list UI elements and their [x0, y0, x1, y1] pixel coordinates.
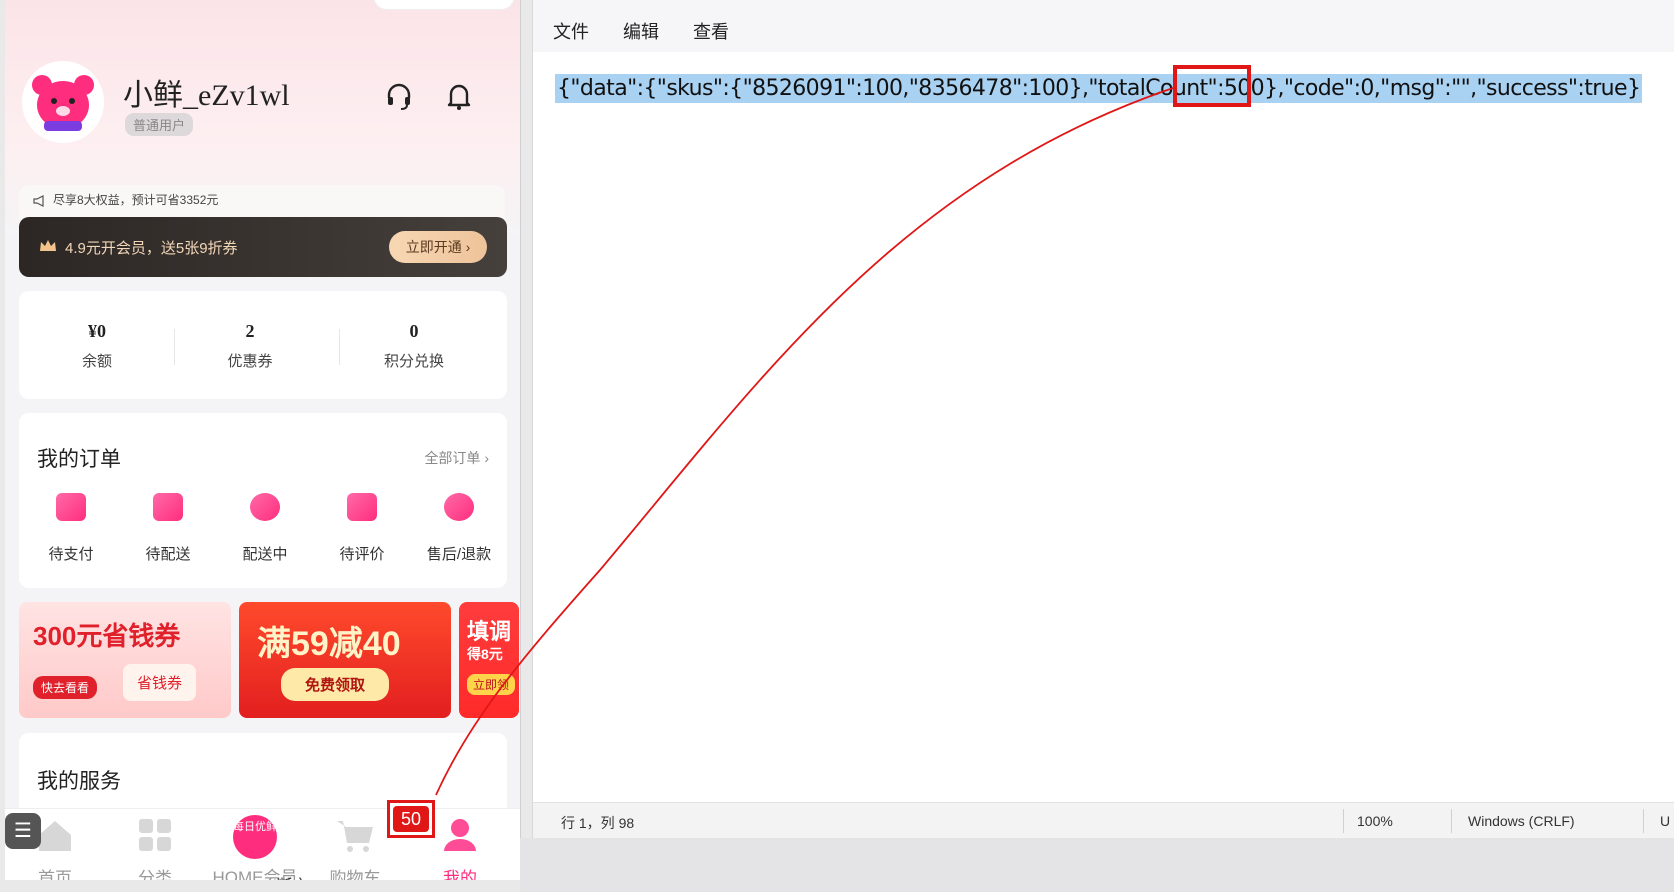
list-menu-icon[interactable]: ☰	[5, 813, 41, 849]
banner-button: 快去看看	[33, 676, 98, 699]
cart-count: 50	[393, 806, 429, 832]
vip-note-text: 尽享8大权益，预计可省3352元	[53, 193, 219, 207]
text-editor[interactable]: {"data":{"skus":{"8526091":100,"8356478"…	[533, 52, 1674, 802]
promo-banner-savings[interactable]: 300元省钱券 快去看看 省钱券	[19, 602, 231, 718]
asset-coupons[interactable]: 2 优惠券	[175, 321, 325, 371]
all-orders-label: 全部订单	[424, 450, 481, 466]
tab-label: 分类	[138, 869, 172, 880]
banner-sub: 得8元	[467, 646, 503, 662]
cursor-position: 行 1，列 98	[561, 815, 635, 831]
vip-card: 尽享8大权益，预计可省3352元 4.9元开会员，送5张9折券 立即开通 ›	[19, 185, 509, 277]
highlight-total-count	[1173, 65, 1251, 107]
open-vip-label: 立即开通	[405, 239, 462, 255]
status-bar: 行 1，列 98 100% Windows (CRLF) U	[533, 802, 1674, 839]
zoom-level: 100%	[1357, 813, 1393, 829]
order-label: 配送中	[242, 546, 288, 563]
order-label: 待配送	[145, 546, 191, 563]
order-pending-review[interactable]: 待评价	[317, 493, 407, 564]
menu-bar: 文件 编辑 查看	[533, 0, 1674, 52]
promo-banner-discount[interactable]: 满59减40 免费领取	[239, 602, 451, 718]
open-vip-button[interactable]: 立即开通 ›	[389, 231, 487, 263]
vip-offer-text: 4.9元开会员，送5张9折券	[65, 240, 238, 257]
vip-benefit-note: 尽享8大权益，预计可省3352元	[19, 185, 505, 219]
menu-file[interactable]: 文件	[553, 18, 589, 44]
asset-label: 余额	[81, 353, 112, 370]
search-bar[interactable]	[373, 0, 515, 10]
bear-avatar-icon	[24, 63, 102, 141]
vip-offer-bar[interactable]: 4.9元开会员，送5张9折券 立即开通 ›	[19, 217, 507, 277]
line-ending: Windows (CRLF)	[1468, 813, 1575, 829]
bottom-tab-bar: 首页 分类 每日优鲜 HOME会员 购物车 我的	[5, 808, 520, 880]
assets-card: ¥0 余额 2 优惠券 0 积分兑换	[19, 291, 507, 399]
order-label: 售后/退款	[426, 546, 492, 563]
banner-title: 300元省钱券	[33, 621, 181, 651]
tab-label: 购物车	[329, 869, 381, 880]
headset-icon[interactable]	[383, 80, 415, 112]
asset-balance[interactable]: ¥0 余额	[22, 321, 172, 371]
selected-json-text: {"data":{"skus":{"8526091":100,"8356478"…	[555, 74, 1643, 103]
mobile-app-panel: 小鲜_eZv1wl 普通用户 尽享8大权益，预计可省3352元 4.9元开会员，…	[5, 0, 521, 880]
banner-title: 满59减40	[257, 625, 401, 663]
user-level-badge: 普通用户	[125, 113, 194, 136]
member-icon-text: 每日优鲜	[233, 821, 277, 833]
wallet-icon	[56, 493, 86, 521]
asset-label: 优惠券	[227, 353, 273, 370]
banner-coupon: 省钱券	[123, 664, 197, 701]
scooter-icon	[250, 493, 280, 521]
divider	[1451, 809, 1452, 833]
order-label: 待支付	[48, 546, 94, 563]
cart-count-badge: 50	[387, 800, 435, 838]
cart-icon	[337, 821, 373, 852]
menu-edit[interactable]: 编辑	[623, 18, 659, 44]
banner-title: 填调	[467, 619, 512, 644]
tab-label: 首页	[38, 869, 72, 880]
background-window	[520, 838, 1674, 892]
order-delivering[interactable]: 配送中	[220, 493, 310, 564]
banner-button: 立即领	[467, 674, 516, 695]
username: 小鲜_eZv1wl	[123, 79, 290, 112]
bell-icon[interactable]	[443, 80, 475, 112]
asset-label: 积分兑换	[383, 353, 444, 370]
order-pending-payment[interactable]: 待支付	[26, 493, 116, 564]
package-icon	[153, 493, 183, 521]
asset-value: 2	[245, 321, 255, 341]
promo-banners: 300元省钱券 快去看看 省钱券 满59减40 免费领取 填调 得8元 立即领	[19, 602, 519, 720]
order-pending-delivery[interactable]: 待配送	[123, 493, 213, 564]
profile-icon	[444, 819, 476, 851]
member-icon: 每日优鲜	[233, 815, 277, 859]
comment-icon	[347, 493, 377, 521]
order-refund[interactable]: 售后/退款	[414, 493, 504, 564]
encoding: U	[1660, 813, 1671, 829]
my-orders-card: 我的订单 全部订单 › 待支付 待配送 配送中 待评价 售后/退款	[19, 413, 507, 588]
services-title: 我的服务	[37, 770, 121, 793]
tab-member[interactable]: 每日优鲜 HOME会员	[205, 815, 305, 880]
category-icon	[139, 819, 171, 851]
background-label: JMeter 断言	[223, 872, 308, 880]
asset-value: ¥0	[88, 321, 106, 341]
menu-view[interactable]: 查看	[693, 18, 729, 44]
asset-points[interactable]: 0 积分兑换	[339, 321, 489, 371]
banner-button: 免费领取	[281, 668, 390, 701]
notepad-window: 文件 编辑 查看 {"data":{"skus":{"8526091":100,…	[532, 0, 1674, 839]
home-icon	[39, 821, 71, 851]
asset-value: 0	[409, 321, 419, 341]
crown-icon	[40, 240, 56, 251]
megaphone-icon	[33, 195, 44, 207]
orders-title: 我的订单	[37, 448, 121, 471]
divider	[1343, 809, 1344, 833]
chevron-right-icon: ›	[484, 450, 489, 466]
order-label: 待评价	[339, 546, 385, 563]
tab-category[interactable]: 分类	[105, 815, 205, 880]
all-orders-link[interactable]: 全部订单 ›	[424, 448, 489, 468]
avatar[interactable]	[24, 63, 102, 141]
promo-banner-survey[interactable]: 填调 得8元 立即领	[459, 602, 519, 718]
divider	[1643, 809, 1644, 833]
tab-label: 我的	[443, 869, 477, 880]
refund-icon	[444, 493, 474, 521]
